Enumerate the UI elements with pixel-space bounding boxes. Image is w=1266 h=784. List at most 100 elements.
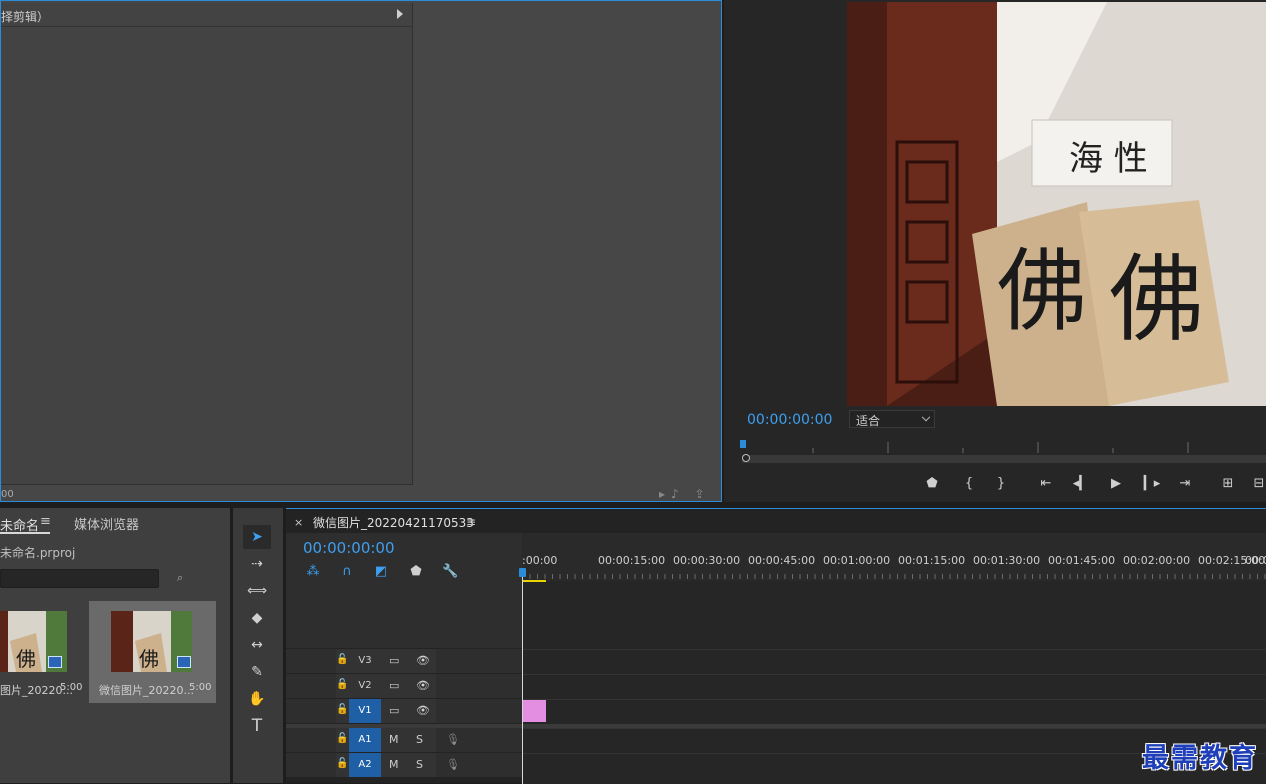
mark-out-icon[interactable]: } [990,474,1012,494]
track-lane-v2[interactable] [522,674,1266,698]
project-clip-item[interactable]: 佛 图片_20220... 5:00 [0,601,88,703]
timeline-header: 00:00:00:00 ⁂ ∩ ◩ ⬟ 🔧 [286,533,522,648]
menu-icon[interactable]: ≡ [40,514,51,529]
watermark-logo: 最需教育 [1142,743,1258,774]
track-label[interactable]: V2 [349,674,381,698]
clip-type-badge-icon [177,656,191,668]
sign-text: 海 性 [1069,139,1148,179]
camera-icon[interactable]: ▭ [389,674,399,698]
nest-toggle-icon[interactable]: ⁂ [305,564,321,580]
add-marker-icon[interactable]: ⬟ [921,474,943,494]
fit-select[interactable]: 适合 [849,410,935,428]
hand-tool-icon[interactable]: ✋ [243,687,271,711]
ruler-tick-label: 00:00:45:00 [748,554,816,567]
track-lane-v3[interactable] [522,649,1266,673]
program-ruler[interactable] [740,440,1266,454]
project-clip-item-selected[interactable]: 佛 微信图片_20220... 5:00 [89,601,216,703]
track-header-v2: 🔓 V2 ▭ 👁 [286,674,522,698]
menu-icon[interactable]: ≡ [466,515,476,529]
scrub-knob-icon[interactable] [742,454,750,462]
lock-icon[interactable]: 🔓 [336,654,348,665]
expand-arrow-icon[interactable] [397,9,403,19]
selection-tool-icon[interactable]: ➤ [243,525,271,549]
lock-icon[interactable]: 🔓 [336,704,348,715]
microphone-icon[interactable]: 🎙 [446,753,460,777]
source-footer-icons[interactable]: ▸♪ ⇪ [659,487,711,501]
tab-media-browser[interactable]: 媒体浏览器 [74,514,139,533]
lock-icon[interactable]: 🔓 [336,679,348,690]
timeline-panel: × 微信图片_20220421170533 ≡ 00:00:00:00 ⁂ ∩ … [286,508,1266,784]
extract-icon[interactable]: ⊟ [1248,474,1266,494]
pen-tool-icon[interactable]: ✎ [243,660,271,684]
mark-in-icon[interactable]: { [958,474,980,494]
clip-name: 微信图片_20220... [99,684,194,697]
ruler-tick-label: 00:00:15:00 [598,554,666,567]
type-tool-icon[interactable]: T [243,714,271,738]
search-icon[interactable]: ⌕ [177,571,183,585]
timeline-playhead-line[interactable] [522,569,523,784]
track-label[interactable]: V3 [349,649,381,673]
program-playhead-icon[interactable] [740,440,746,448]
track-label[interactable]: V1 [349,699,381,723]
linked-selection-icon[interactable]: ◩ [373,564,389,580]
go-to-in-icon[interactable]: ⇤ [1035,474,1057,494]
solo-button[interactable]: S [416,753,423,777]
track-lane-v1[interactable] [522,699,1266,723]
track-label[interactable]: A1 [349,728,381,752]
lift-icon[interactable]: ⊞ [1217,474,1239,494]
play-icon[interactable]: ▶ [1105,474,1127,494]
clip-type-badge-icon [48,656,62,668]
microphone-icon[interactable]: 🎙 [446,728,460,752]
lock-icon[interactable]: 🔓 [336,733,348,744]
svg-text:佛: 佛 [139,647,159,671]
video-image-illustration: 海 性 佛 佛 [847,2,1266,406]
card-text-left: 佛 [997,239,1087,344]
work-area-bar[interactable] [522,580,546,582]
solo-button[interactable]: S [416,728,423,752]
wrench-icon[interactable]: 🔧 [442,564,458,580]
lock-icon[interactable]: 🔓 [336,758,348,769]
go-to-out-icon[interactable]: ⇥ [1174,474,1196,494]
mute-button[interactable]: M [389,728,399,752]
step-forward-icon[interactable]: ▎▸ [1141,474,1163,494]
eye-icon[interactable]: 👁 [416,674,430,698]
razor-tool-icon[interactable]: ◆ [243,606,271,630]
camera-icon[interactable]: ▭ [389,649,399,673]
timeline-timecode[interactable]: 00:00:00:00 [303,539,395,557]
fit-select-value: 适合 [856,414,881,428]
program-video-frame: 海 性 佛 佛 [847,2,1266,406]
slip-tool-icon[interactable]: ↔ [243,633,271,657]
project-filename: 未命名.prproj [0,546,76,560]
program-scrub-bar[interactable] [742,455,1266,463]
track-label[interactable]: A2 [349,753,381,777]
svg-text:佛: 佛 [16,647,36,671]
timeline-ruler[interactable]: :00:00 00:00:15:00 00:00:30:00 00:00:45:… [522,533,1266,581]
timeline-clip[interactable] [523,700,546,722]
mute-button[interactable]: M [389,753,399,777]
add-marker-icon[interactable]: ⬟ [408,564,424,580]
track-header-a1: 🔓 A1 M S 🎙 [286,728,522,752]
program-timecode[interactable]: 00:00:00:00 [747,412,832,428]
project-search-input[interactable] [0,569,159,588]
track-select-tool-icon[interactable]: ⇢ [243,552,271,576]
step-back-icon[interactable]: ◂▎ [1070,474,1092,494]
close-icon[interactable]: × [294,516,303,529]
source-timecode: 00 [1,489,14,500]
tab-sequence[interactable]: 微信图片_20220421170533 [313,514,474,531]
effect-controls-header[interactable]: 择剪辑） [1,3,413,27]
eye-icon[interactable]: 👁 [416,649,430,673]
ruler-ticks [522,571,1266,579]
eye-icon[interactable]: 👁 [416,699,430,723]
timeline-playhead-icon[interactable] [519,568,526,577]
ruler-tick-label: :00:00 [522,554,558,567]
transport-controls: ⬟ { } ⇤ ◂▎ ▶ ▎▸ ⇥ ⊞ ⊟ [920,474,1266,494]
clip-duration: 5:00 [60,682,83,693]
ruler-tick-label: 00:02:00:00 [1123,554,1191,567]
ruler-tick-label: 00:01:00:00 [823,554,891,567]
snap-icon[interactable]: ∩ [339,564,355,580]
ripple-edit-tool-icon[interactable]: ⟺ [243,579,271,603]
track-header-v1: 🔓 V1 ▭ 👁 [286,699,522,723]
camera-icon[interactable]: ▭ [389,699,399,723]
source-panel: 择剪辑） 00 ▸♪ ⇪ [0,0,722,502]
active-tab-indicator [0,532,50,534]
